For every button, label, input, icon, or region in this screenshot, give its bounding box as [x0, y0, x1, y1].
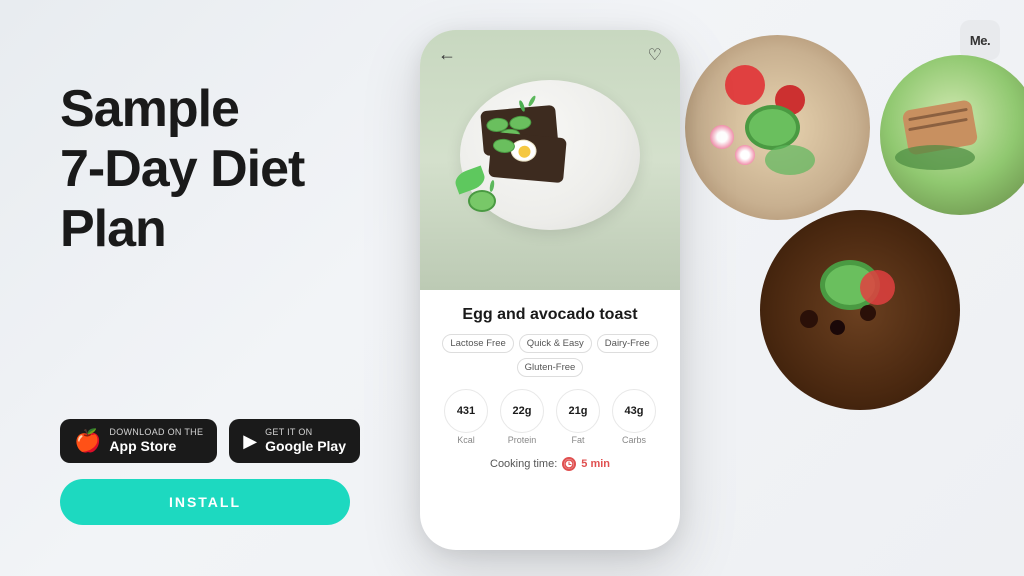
phone-mockup: ← ♡ Egg and avocado toast Lactose Free Q… [420, 30, 680, 550]
back-button[interactable]: ← [438, 44, 456, 65]
kcal-label: Kcal [457, 435, 475, 445]
googleplay-text: GET IT ON Google Play [265, 427, 346, 455]
cooking-time-label: Cooking time: [490, 458, 557, 470]
appstore-button[interactable]: 🍎 Download on the App Store [60, 419, 217, 463]
kcal-circle: 431 [444, 389, 488, 433]
appstore-small-label: Download on the [109, 427, 203, 438]
toast-2 [488, 132, 567, 183]
apple-icon: 🍎 [74, 430, 101, 452]
recipe-title: Egg and avocado toast [438, 306, 662, 324]
fat-circle: 21g [556, 389, 600, 433]
cooking-time-value: 5 min [581, 458, 610, 470]
egg [510, 139, 538, 163]
appstore-text: Download on the App Store [109, 427, 203, 455]
googleplay-small-label: GET IT ON [265, 427, 346, 438]
tags-row: Lactose Free Quick & Easy Dairy-Free Glu… [438, 334, 662, 377]
fat-label: Fat [571, 435, 584, 445]
store-buttons-row: 🍎 Download on the App Store ▶ GET IT ON … [60, 419, 360, 463]
avo-on-bowl [745, 105, 800, 150]
protein-label: Protein [508, 435, 537, 445]
clock-icon [562, 457, 576, 471]
bean-3 [860, 305, 876, 321]
radish-2 [735, 145, 755, 165]
tag-gluten-free: Gluten-Free [517, 358, 584, 377]
protein-circle: 22g [500, 389, 544, 433]
greens-1 [765, 145, 815, 175]
googleplay-name: Google Play [265, 438, 346, 455]
app-logo: Me. [960, 20, 1000, 60]
food-bg [420, 30, 680, 290]
herb-1 [527, 95, 536, 107]
tag-quick-easy: Quick & Easy [519, 334, 592, 353]
appstore-name: App Store [109, 438, 203, 455]
play-icon: ▶ [243, 432, 257, 450]
nutrition-row: 431 Kcal 22g Protein 21g Fat 43g Carbs [438, 389, 662, 445]
greens-bowl3 [895, 145, 975, 170]
main-title: Sample 7-Day Diet Plan [60, 80, 360, 259]
bean-2 [830, 320, 845, 335]
tomato-bowl2 [860, 270, 895, 305]
food-bowl-1 [685, 35, 870, 220]
phone-content: Egg and avocado toast Lactose Free Quick… [420, 290, 680, 483]
egg-yolk [518, 145, 531, 158]
plate [460, 80, 640, 230]
tomato-1 [725, 65, 765, 105]
food-bowl-2 [760, 210, 960, 410]
nutrition-carbs: 43g Carbs [612, 389, 656, 445]
herb-3 [489, 180, 495, 193]
nutrition-fat: 21g Fat [556, 389, 600, 445]
favorite-button[interactable]: ♡ [648, 45, 662, 65]
nutrition-kcal: 431 Kcal [444, 389, 488, 445]
cooking-time: Cooking time: 5 min [438, 457, 662, 471]
install-button[interactable]: INSTALL [60, 479, 350, 525]
carbs-label: Carbs [622, 435, 646, 445]
tag-dairy-free: Dairy-Free [597, 334, 658, 353]
tag-lactose-free: Lactose Free [442, 334, 513, 353]
googleplay-button[interactable]: ▶ GET IT ON Google Play [229, 419, 360, 463]
bean-1 [800, 310, 818, 328]
nutrition-protein: 22g Protein [500, 389, 544, 445]
phone-food-image: ← ♡ [420, 30, 680, 290]
avocado-half [468, 190, 496, 212]
left-section: Sample 7-Day Diet Plan 🍎 Download on the… [60, 80, 360, 525]
phone-nav: ← ♡ [420, 44, 680, 65]
carbs-circle: 43g [612, 389, 656, 433]
radish-1 [710, 125, 734, 149]
